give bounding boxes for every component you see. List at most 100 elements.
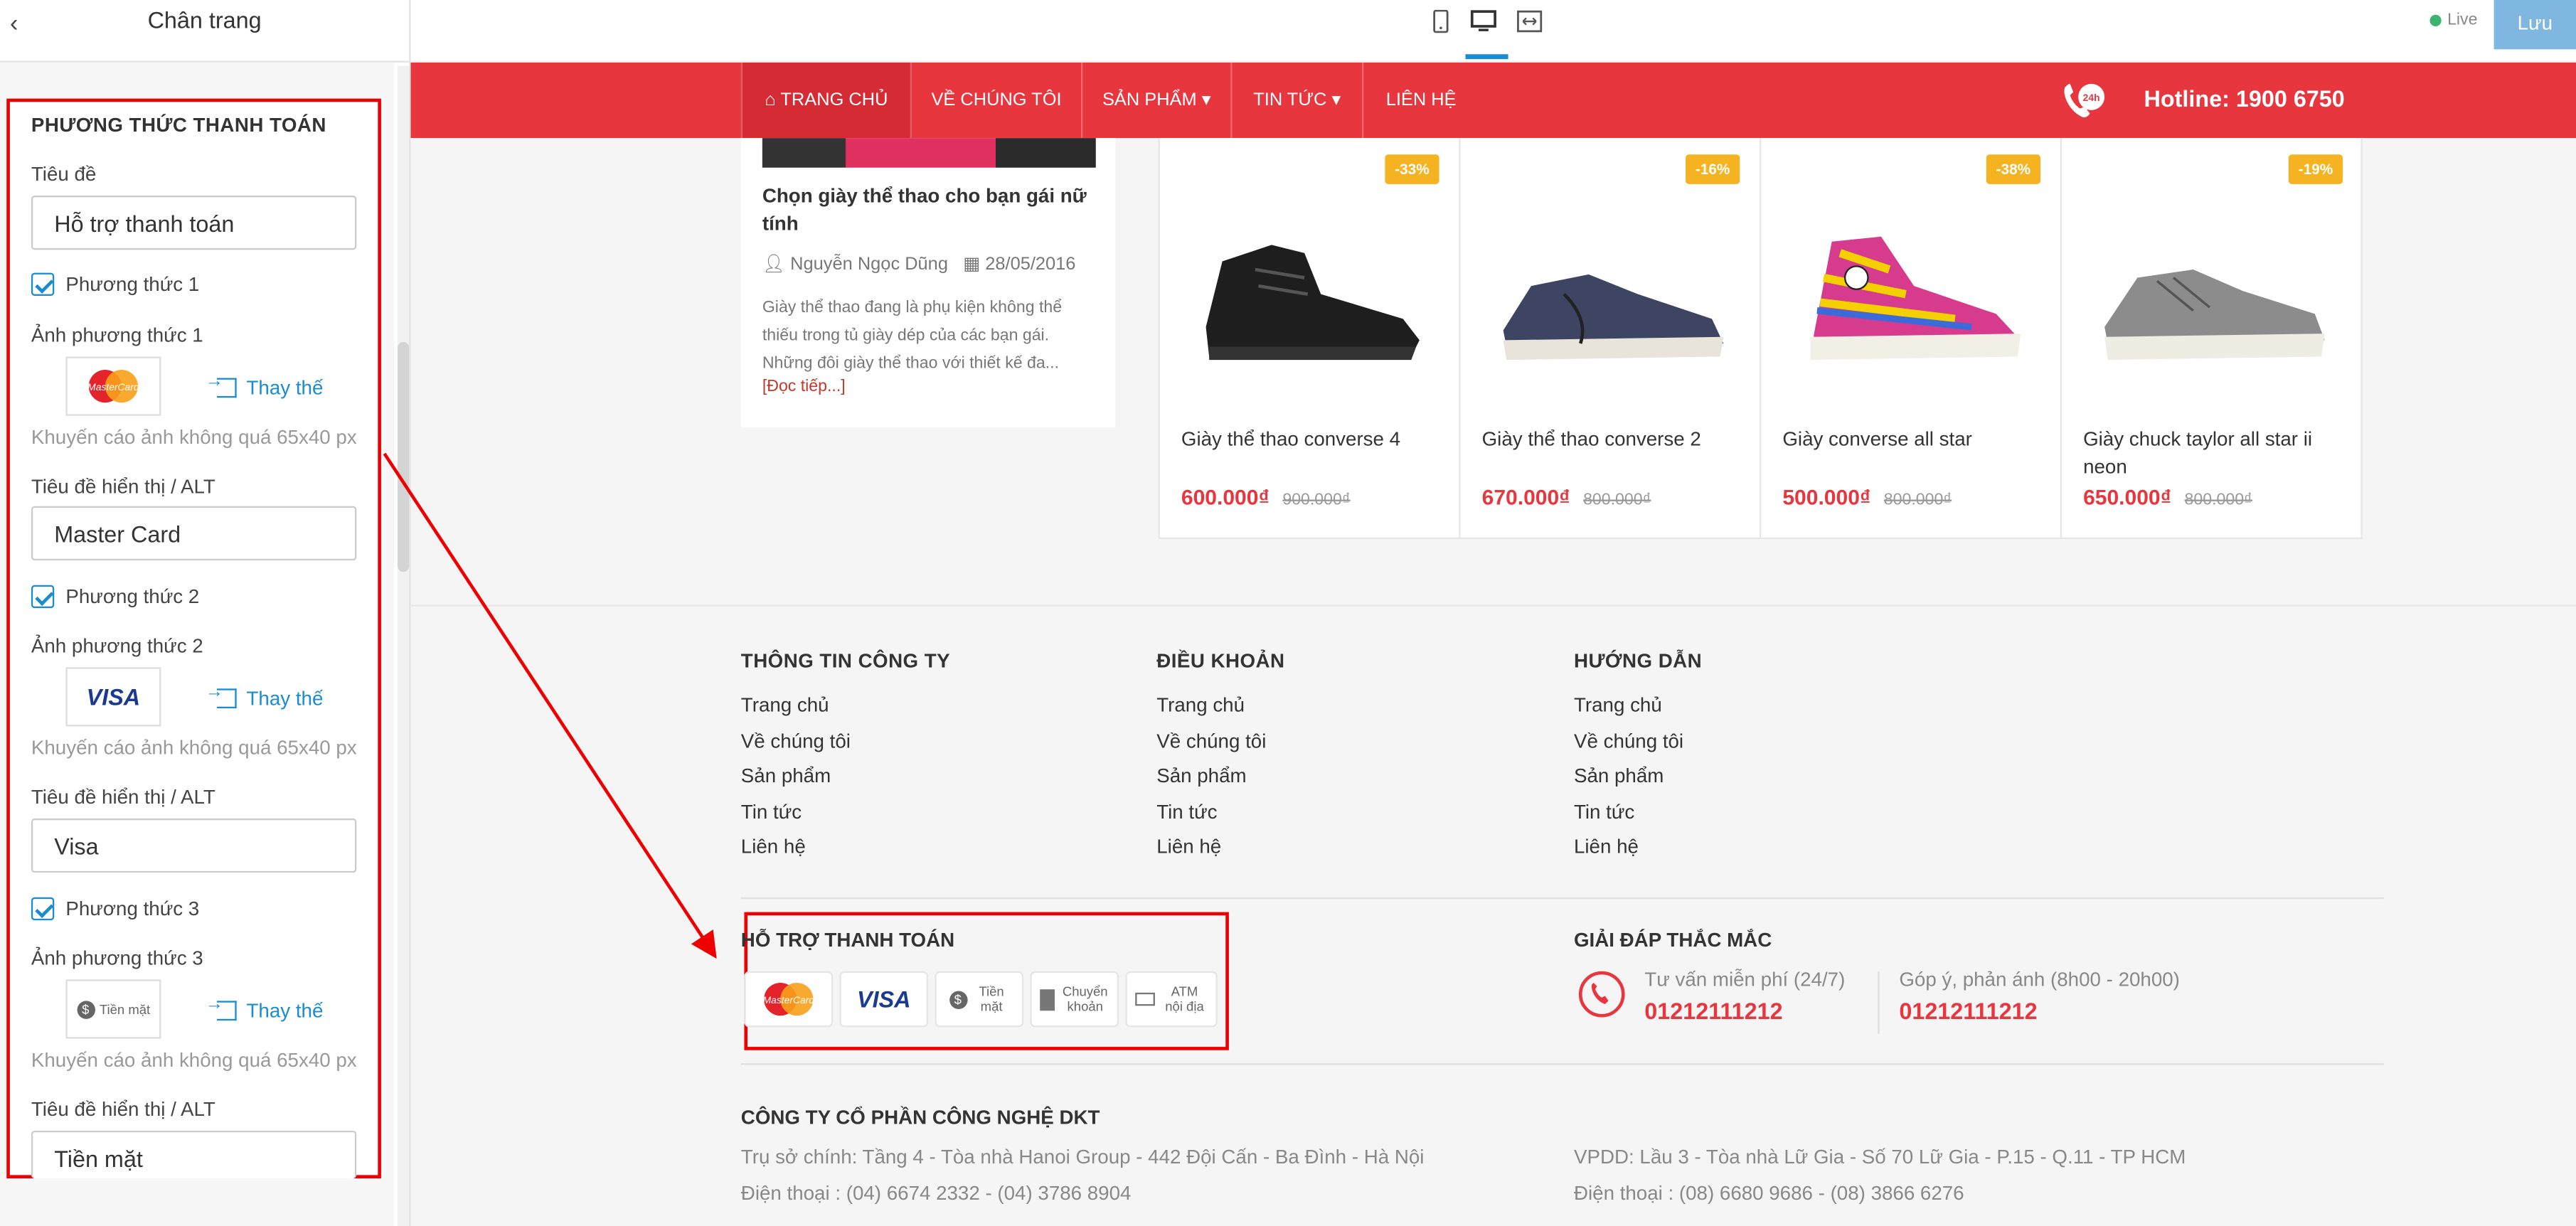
method-1-checkbox[interactable]: Phương thức 1 (31, 272, 200, 296)
method-2-replace-button[interactable]: Thay thế (206, 682, 324, 710)
site-preview: ⌂ TRANG CHỦ VỀ CHÚNG TÔI SẢN PHẨM ▾ TIN … (410, 62, 2576, 1226)
footer-link[interactable]: Tin tức (1156, 800, 1284, 836)
method-3-label: Phương thức 3 (65, 897, 200, 921)
product-card[interactable]: -38% Giày converse all star 500.000₫ 800.… (1761, 138, 2063, 538)
method-1-alt-input[interactable]: Master Card (31, 506, 357, 561)
faq-number-consult[interactable]: 01212111212 (1644, 998, 1782, 1024)
method-3-alt-input[interactable]: Tiền mặt (31, 1130, 357, 1178)
footer-link[interactable]: Trang chủ (1156, 693, 1284, 729)
product-image (2104, 270, 2325, 361)
method-2-replace-label: Thay thế (246, 686, 324, 710)
method-1-replace-label: Thay thế (246, 376, 324, 400)
caret-down-icon: ▾ (1326, 90, 1341, 110)
footer-link[interactable]: Sản phẩm (1574, 764, 1702, 800)
main-navbar: ⌂ TRANG CHỦ VỀ CHÚNG TÔI SẢN PHẨM ▾ TIN … (410, 62, 2576, 139)
product-price: 600.000₫ 900.000₫ (1181, 484, 1351, 510)
product-name[interactable]: Giày converse all star (1782, 426, 2045, 454)
product-grid: -33% Giày thể thao converse 4 600.000₫ 90… (1158, 138, 2363, 540)
footer-link[interactable]: Tin tức (741, 800, 950, 836)
hq-address: Trụ sở chính: Tầng 4 - Tòa nhà Hanoi Gro… (740, 1145, 1425, 1169)
footer-link[interactable]: Liên hệ (1574, 836, 1702, 871)
product-image (1810, 236, 2021, 361)
footer-link[interactable]: Về chúng tôi (1574, 729, 1702, 764)
fullwidth-icon[interactable] (1516, 10, 1543, 36)
mobile-icon[interactable] (1427, 9, 1454, 36)
panel-title: Chân trang (147, 6, 262, 33)
footer-link[interactable]: Về chúng tôi (741, 729, 950, 764)
method-3-replace-button[interactable]: Thay thế (206, 994, 324, 1022)
payment-mastercard-icon: MasterCard (744, 971, 834, 1028)
payment-cash-icon: $ Tiền mặt (935, 971, 1024, 1028)
method-1-hint: Khuyến cáo ảnh không quá 65x40 px (31, 425, 357, 449)
checkbox-icon (31, 897, 55, 921)
blog-description: Giày thể thao đang là phụ kiện không thể… (762, 299, 1063, 373)
section-title: PHƯƠNG THỨC THANH TOÁN (31, 113, 326, 137)
method-2-alt-input[interactable]: Visa (31, 818, 357, 873)
footer-link[interactable]: Liên hệ (1156, 836, 1284, 871)
product-card[interactable]: -33% Giày thể thao converse 4 600.000₫ 90… (1160, 138, 1461, 538)
product-price: 670.000₫ 800.000₫ (1481, 484, 1651, 510)
method-1-label: Phương thức 1 (65, 272, 200, 296)
blog-read-more-link[interactable]: [Đọc tiếp...] (762, 378, 846, 396)
nav-item-home[interactable]: ⌂ TRANG CHỦ (740, 62, 912, 139)
svg-text:24h: 24h (2083, 92, 2100, 103)
footer-link[interactable]: Liên hệ (741, 836, 950, 871)
title-input[interactable]: Hỗ trợ thanh toán (31, 196, 357, 250)
product-name[interactable]: Giày thể thao converse 4 (1181, 426, 1444, 454)
blog-image[interactable] (762, 138, 1096, 168)
nav-item-news[interactable]: TIN TỨC ▾ (1233, 62, 1364, 139)
scrollbar-thumb[interactable] (398, 341, 410, 572)
settings-panel: ‹ Chân trang PHƯƠNG THỨC THANH TOÁN Tiêu… (0, 0, 411, 1226)
footer-link[interactable]: Sản phẩm (1156, 764, 1284, 800)
product-card[interactable]: -16% Giày thể thao converse 2 670.000₫ 80… (1461, 138, 1762, 538)
method-2-image-label: Ảnh phương thức 2 (31, 634, 203, 658)
nav-item-about[interactable]: VỀ CHÚNG TÔI (912, 62, 1083, 139)
method-1-replace-button[interactable]: Thay thế (206, 371, 324, 400)
footer-link[interactable]: Về chúng tôi (1156, 729, 1284, 764)
nav-item-contact[interactable]: LIÊN HỆ (1363, 63, 1479, 138)
method-1-image: MasterCard (65, 356, 161, 416)
app-root: ‹ Chân trang PHƯƠNG THỨC THANH TOÁN Tiêu… (0, 0, 2576, 1226)
hotline-icon: 24h (2064, 83, 2105, 117)
save-button[interactable]: Lưu (2493, 0, 2576, 50)
card-icon (1135, 992, 1155, 1006)
nav-item-products[interactable]: SẢN PHẨM ▾ (1082, 62, 1233, 139)
svg-text:MasterCard: MasterCard (763, 994, 816, 1006)
method-3-alt-label: Tiêu đề hiển thị / ALT (31, 1097, 215, 1121)
live-status: Live (2429, 11, 2477, 30)
active-device-indicator (1465, 54, 1508, 60)
footer-link[interactable]: Sản phẩm (741, 764, 950, 800)
method-2-checkbox[interactable]: Phương thức 2 (31, 585, 199, 609)
product-old-price: 800.000₫ (1583, 491, 1651, 510)
product-card[interactable]: -19% Giày chuck taylor all star ii neon … (2062, 138, 2363, 538)
faq-number-feedback[interactable]: 01212111212 (1899, 998, 2037, 1024)
desktop-icon[interactable] (1470, 10, 1496, 36)
blog-author: Nguyễn Ngọc Dũng (790, 255, 948, 274)
blog-title[interactable]: Chọn giày thể thao cho bạn gái nữ tính (762, 183, 1091, 239)
discount-badge: -16% (1686, 154, 1740, 184)
payment-transfer-icon: Chuyển khoản (1030, 971, 1119, 1028)
checkbox-icon (31, 272, 55, 296)
footer-link[interactable]: Trang chủ (1574, 693, 1702, 729)
product-name[interactable]: Giày chuck taylor all star ii neon (2083, 426, 2346, 482)
replace-icon (206, 682, 237, 709)
panel-header: ‹ Chân trang (0, 0, 410, 63)
caret-down-icon: ▾ (1196, 90, 1211, 110)
replace-icon (206, 994, 237, 1021)
footer-link[interactable]: Tin tức (1574, 800, 1702, 836)
product-name[interactable]: Giày thể thao converse 2 (1482, 426, 1745, 454)
faq-divider (1878, 971, 1880, 1034)
method-3-hint: Khuyến cáo ảnh không quá 65x40 px (31, 1048, 357, 1072)
footer-link[interactable]: Trang chủ (741, 693, 950, 729)
hotline-text[interactable]: Hotline: 1900 6750 (2144, 85, 2345, 112)
faq-title: GIẢI ĐÁP THẮC MẮC (1573, 928, 1772, 952)
method-3-checkbox[interactable]: Phương thức 3 (31, 897, 200, 921)
panel-scrollbar[interactable] (398, 65, 410, 1226)
footer-col-company: THÔNG TIN CÔNG TY Trang chủ Về chúng tôi… (741, 649, 950, 871)
panel-scroll-area[interactable]: PHƯƠNG THỨC THANH TOÁN Tiêu đề Hỗ trợ th… (0, 62, 395, 1226)
rep-phone: Điện thoại : (08) 6680 9686 - (08) 3866 … (1573, 1181, 1964, 1205)
product-price: 500.000₫ 800.000₫ (1782, 484, 1952, 510)
footer-divider (740, 1063, 2384, 1065)
checkbox-icon (31, 585, 55, 609)
method-2-alt-label: Tiêu đề hiển thị / ALT (31, 785, 215, 809)
